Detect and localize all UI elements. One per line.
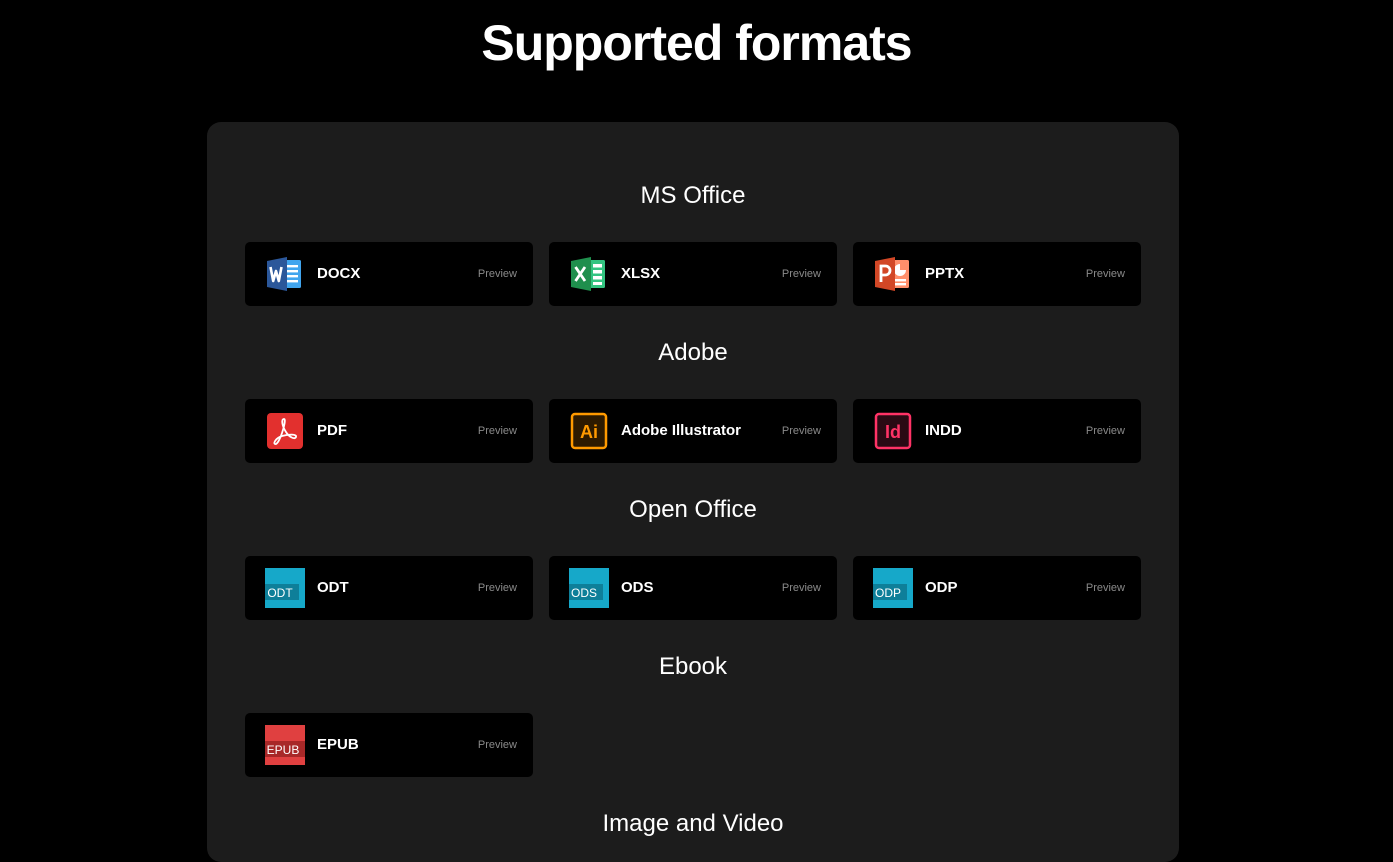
format-name: ODT	[317, 579, 349, 596]
odt-icon-text: ODT	[267, 586, 293, 600]
preview-link[interactable]: Preview	[478, 713, 517, 777]
powerpoint-icon	[875, 257, 909, 291]
odp-icon: ODP	[873, 568, 913, 608]
preview-link[interactable]: Preview	[478, 556, 517, 620]
format-name: ODS	[621, 579, 654, 596]
format-name: PPTX	[925, 265, 965, 282]
section-title-ms-office: MS Office	[640, 182, 746, 209]
epub-icon-text: EPUB	[267, 743, 300, 757]
page-title: Supported formats	[481, 15, 912, 71]
format-name: PDF	[317, 422, 347, 439]
section-title-ebook: Ebook	[658, 653, 728, 680]
format-name: XLSX	[621, 265, 661, 282]
format-card-odt[interactable]: ODT ODT Preview	[245, 556, 533, 620]
odt-icon: ODT	[265, 568, 305, 608]
preview-link[interactable]: Preview	[1086, 556, 1125, 620]
format-card-odp[interactable]: ODP ODP Preview	[853, 556, 1141, 620]
format-name: ODP	[925, 579, 958, 596]
section-title-image-and-video: Image and Video	[602, 810, 784, 837]
format-name: INDD	[925, 422, 962, 439]
illustrator-icon: Ai	[570, 412, 608, 450]
preview-link[interactable]: Preview	[478, 399, 517, 463]
acrobat-icon	[267, 413, 303, 449]
format-card-xlsx[interactable]: XLSX Preview	[549, 242, 837, 306]
excel-icon	[571, 257, 605, 291]
format-card-adobe-illustrator[interactable]: Ai Adobe Illustrator Preview	[549, 399, 837, 463]
preview-link[interactable]: Preview	[1086, 399, 1125, 463]
format-card-epub[interactable]: EPUB EPUB Preview	[245, 713, 533, 777]
odp-icon-text: ODP	[875, 586, 901, 600]
section-title-open-office: Open Office	[629, 496, 757, 523]
ods-icon-text: ODS	[571, 586, 597, 600]
preview-link[interactable]: Preview	[782, 399, 821, 463]
format-card-indd[interactable]: Id INDD Preview	[853, 399, 1141, 463]
preview-link[interactable]: Preview	[782, 556, 821, 620]
ods-icon: ODS	[569, 568, 609, 608]
format-name: EPUB	[317, 736, 359, 753]
format-name: DOCX	[317, 265, 361, 282]
illustrator-icon-text: Ai	[580, 422, 598, 442]
epub-icon: EPUB	[265, 725, 305, 765]
format-card-docx[interactable]: DOCX Preview	[245, 242, 533, 306]
indesign-icon: Id	[874, 412, 912, 450]
formats-panel: MS Office DOCX Preview XLSX Preview PPTX…	[207, 122, 1179, 862]
word-icon	[267, 257, 301, 291]
preview-link[interactable]: Preview	[1086, 242, 1125, 306]
format-card-pdf[interactable]: PDF Preview	[245, 399, 533, 463]
format-card-pptx[interactable]: PPTX Preview	[853, 242, 1141, 306]
indesign-icon-text: Id	[885, 422, 901, 442]
preview-link[interactable]: Preview	[478, 242, 517, 306]
format-card-ods[interactable]: ODS ODS Preview	[549, 556, 837, 620]
format-name: Adobe Illustrator	[621, 422, 742, 439]
section-title-adobe: Adobe	[658, 339, 728, 366]
preview-link[interactable]: Preview	[782, 242, 821, 306]
